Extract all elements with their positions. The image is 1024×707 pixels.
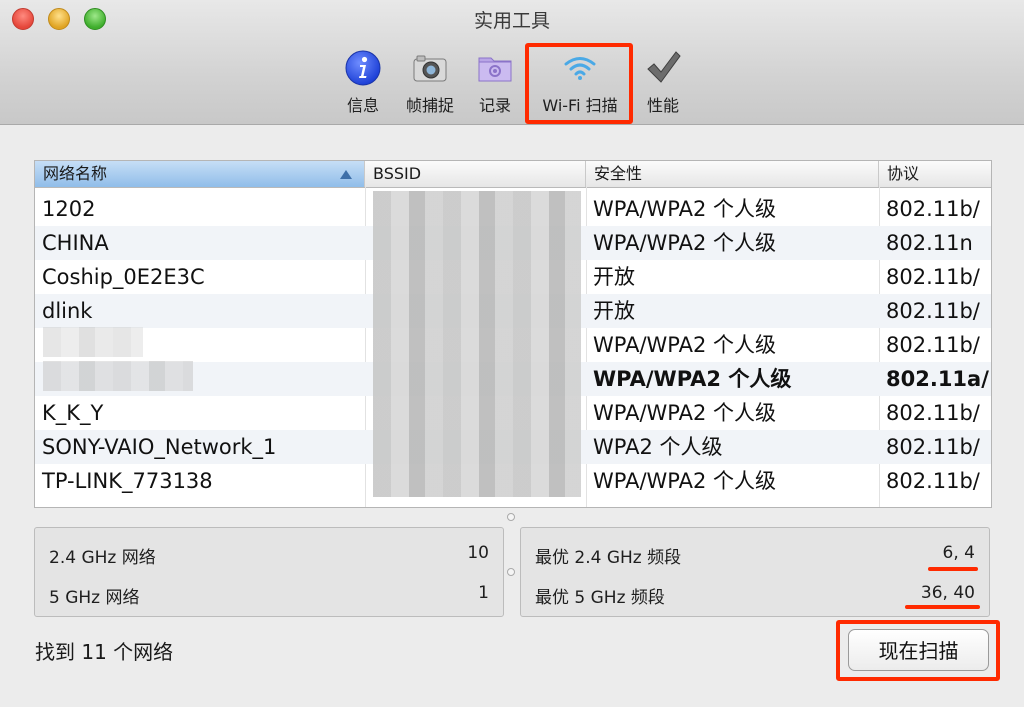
toolbar-performance[interactable]: 性能 bbox=[640, 48, 686, 115]
toolbar-frame-capture-label: 帧捕捉 bbox=[405, 96, 454, 115]
cell-protocol: 802.11b/ bbox=[886, 401, 980, 425]
cell-security: WPA2 个人级 bbox=[593, 435, 723, 459]
column-header-protocol[interactable]: 协议 bbox=[879, 161, 991, 187]
cell-name: TP-LINK_773138 bbox=[42, 469, 213, 493]
cell-security: 开放 bbox=[593, 265, 635, 289]
toolbar-log[interactable]: 记录 bbox=[472, 48, 518, 115]
ghz5-network-count: 1 bbox=[478, 583, 489, 603]
cell-name: Coship_0E2E3C bbox=[42, 265, 205, 289]
ghz5-network-label: 5 GHz 网络 bbox=[49, 588, 140, 608]
best-channel-panel: 最优 2.4 GHz 频段 6, 4 最优 5 GHz 频段 36, 40 bbox=[520, 527, 990, 617]
cell-protocol: 802.11a/ bbox=[886, 367, 989, 391]
best24-label: 最优 2.4 GHz 频段 bbox=[535, 548, 682, 568]
ghz24-network-count: 10 bbox=[467, 543, 489, 563]
networks-found-status: 找到 11 个网络 bbox=[35, 640, 174, 664]
toolbar-frame-capture[interactable]: 帧捕捉 bbox=[400, 48, 460, 115]
column-header-label: 协议 bbox=[887, 164, 920, 183]
cell-security: 开放 bbox=[593, 299, 635, 323]
wifi-scan-highlight bbox=[525, 43, 633, 124]
cell-security: WPA/WPA2 个人级 bbox=[593, 469, 777, 493]
best24-value: 6, 4 bbox=[942, 543, 975, 563]
cell-security: WPA/WPA2 个人级 bbox=[593, 401, 777, 425]
column-header-label: BSSID bbox=[373, 164, 422, 183]
cell-protocol: 802.11b/ bbox=[886, 435, 980, 459]
cell-name: 1202 bbox=[42, 197, 96, 221]
cell-security: WPA/WPA2 个人级 bbox=[593, 333, 777, 357]
checkmark-icon bbox=[647, 51, 681, 83]
column-header-bssid[interactable]: BSSID bbox=[365, 161, 586, 187]
camera-icon bbox=[413, 55, 447, 82]
cell-name: CHINA bbox=[42, 231, 109, 255]
utilities-window: 实用工具 信息 帧捕捉 记录 Wi-Fi 扫描 性能 网络名称 BSSID 安全… bbox=[0, 0, 1024, 707]
bssid-redacted-block bbox=[373, 191, 581, 497]
cell-protocol: 802.11b/ bbox=[886, 299, 980, 323]
title-toolbar: 实用工具 信息 帧捕捉 记录 Wi-Fi 扫描 性能 bbox=[0, 0, 1024, 125]
cell-protocol: 802.11b/ bbox=[886, 333, 980, 357]
scan-now-button[interactable]: 现在扫描 bbox=[848, 629, 989, 671]
cell-security: WPA/WPA2 个人级 bbox=[593, 197, 777, 221]
best5-label: 最优 5 GHz 频段 bbox=[535, 588, 665, 608]
column-header-label: 网络名称 bbox=[43, 164, 108, 183]
split-handle-middle[interactable] bbox=[507, 568, 515, 576]
cell-security: WPA/WPA2 个人级 bbox=[593, 231, 777, 255]
column-header-label: 安全性 bbox=[594, 164, 643, 183]
cell-name: K_K_Y bbox=[42, 401, 104, 425]
network-table[interactable]: 网络名称 BSSID 安全性 协议 1202 WPA/WPA2 个人级 802.11… bbox=[34, 160, 992, 508]
cell-protocol: 802.11n bbox=[886, 231, 973, 255]
sort-ascending-icon bbox=[340, 170, 352, 179]
network-name-redacted bbox=[43, 361, 193, 391]
cell-protocol: 802.11b/ bbox=[886, 197, 980, 221]
toolbar-log-label: 记录 bbox=[478, 96, 511, 115]
network-name-redacted bbox=[43, 327, 143, 357]
toolbar-info-label: 信息 bbox=[346, 96, 379, 115]
log-folder-icon bbox=[478, 57, 512, 82]
cell-name: SONY-VAIO_Network_1 bbox=[42, 435, 277, 459]
toolbar-performance-label: 性能 bbox=[646, 96, 679, 115]
cell-name: dlink bbox=[42, 299, 93, 323]
ghz24-network-label: 2.4 GHz 网络 bbox=[49, 548, 156, 568]
table-header: 网络名称 BSSID 安全性 协议 bbox=[35, 161, 991, 188]
split-handle-top[interactable] bbox=[507, 513, 515, 521]
toolbar-info[interactable]: 信息 bbox=[340, 48, 386, 115]
network-count-panel: 2.4 GHz 网络 10 5 GHz 网络 1 bbox=[34, 527, 504, 617]
cell-protocol: 802.11b/ bbox=[886, 469, 980, 493]
column-header-security[interactable]: 安全性 bbox=[586, 161, 879, 187]
best5-underline bbox=[905, 605, 980, 609]
info-icon bbox=[345, 50, 381, 86]
best5-value: 36, 40 bbox=[920, 583, 975, 603]
best24-underline bbox=[928, 567, 978, 571]
column-header-network-name[interactable]: 网络名称 bbox=[35, 161, 365, 187]
cell-security: WPA/WPA2 个人级 bbox=[593, 367, 792, 391]
window-title: 实用工具 bbox=[473, 10, 550, 32]
cell-protocol: 802.11b/ bbox=[886, 265, 980, 289]
